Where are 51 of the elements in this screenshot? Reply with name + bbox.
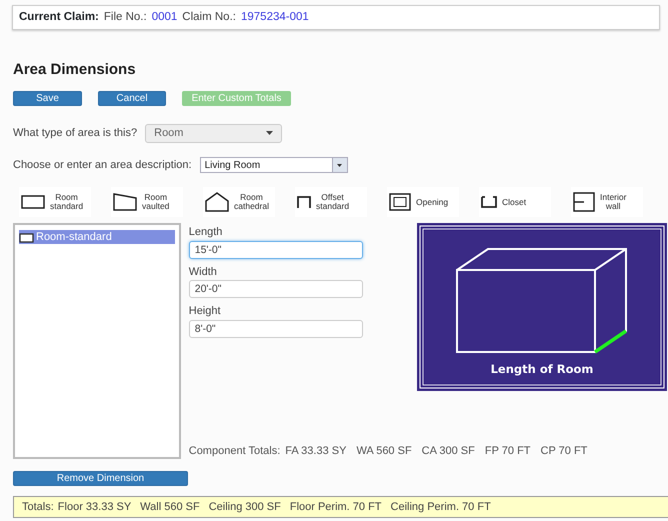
house-shape-icon: [205, 192, 229, 212]
totals-label: Totals:: [22, 500, 54, 515]
field-label: File No.:: [104, 10, 147, 25]
action-button[interactable]: Save: [13, 90, 82, 106]
field-label: Claim No.:: [182, 10, 236, 25]
total-value: FP 70 FT: [484, 444, 531, 459]
dropdown-button[interactable]: [332, 158, 347, 172]
interior-wall-icon: [573, 192, 595, 212]
diagram-caption: Length of Room: [490, 362, 594, 376]
total-value: Ceiling Perim. 70 FT: [390, 500, 491, 515]
total-value: Wall 560 SF: [140, 500, 200, 515]
opening-icon: [389, 193, 411, 212]
field-label: Width: [188, 264, 218, 280]
claim-label: Current Claim:: [19, 10, 99, 25]
total-value: Ceiling 300 SF: [208, 500, 281, 515]
action-button[interactable]: Cancel: [98, 90, 166, 106]
closet-icon: [481, 196, 497, 208]
combo-value: Living Room: [204, 158, 260, 172]
dropdown-arrow-icon: [337, 164, 342, 166]
field-label: Length: [188, 225, 224, 240]
dropdown-arrow-icon: [266, 131, 274, 136]
field-value: 1975234-001: [240, 10, 309, 25]
field-label: What type of area is this?: [13, 126, 138, 141]
dimension-input[interactable]: 15'-0": [188, 240, 363, 259]
area-description-combo[interactable]: Living Room: [200, 157, 348, 173]
rectangle-room-icon: [21, 195, 45, 210]
sloped-room-icon: [113, 193, 137, 212]
total-value: Floor 33.33 SY: [58, 500, 132, 515]
total-value: CA 300 SF: [422, 444, 475, 459]
shape-tool-button[interactable]: Interior wall: [571, 187, 643, 218]
totals-label: Component Totals:: [188, 444, 280, 459]
page-title: Area Dimensions: [13, 60, 137, 80]
shape-tool-button[interactable]: Opening: [387, 187, 459, 218]
field-value: 0001: [152, 10, 178, 25]
shape-tool-button[interactable]: Room vaulted: [111, 187, 183, 218]
shape-tool-button[interactable]: Closet: [479, 187, 551, 218]
offset-wall-icon: [297, 196, 311, 208]
select-value: Room: [154, 126, 184, 141]
shape-tool-button[interactable]: Room standard: [19, 187, 91, 218]
dimension-input[interactable]: 20'-0": [188, 280, 363, 298]
total-value: CP 70 FT: [540, 444, 588, 459]
remove-dimension-button[interactable]: Remove Dimension: [13, 471, 188, 486]
total-value: FA 33.33 SY: [285, 444, 346, 459]
field-label: Choose or enter an area description:: [13, 158, 192, 173]
shape-tool-button[interactable]: Offset standard: [295, 187, 367, 218]
dimension-input[interactable]: 8'-0": [188, 320, 363, 338]
total-value: WA 560 SF: [356, 444, 412, 459]
total-value: Floor Perim. 70 FT: [290, 500, 382, 515]
field-label: Height: [188, 304, 222, 320]
shape-tool-button[interactable]: Room cathedral: [203, 187, 275, 218]
rectangle-room-icon: [19, 232, 35, 243]
